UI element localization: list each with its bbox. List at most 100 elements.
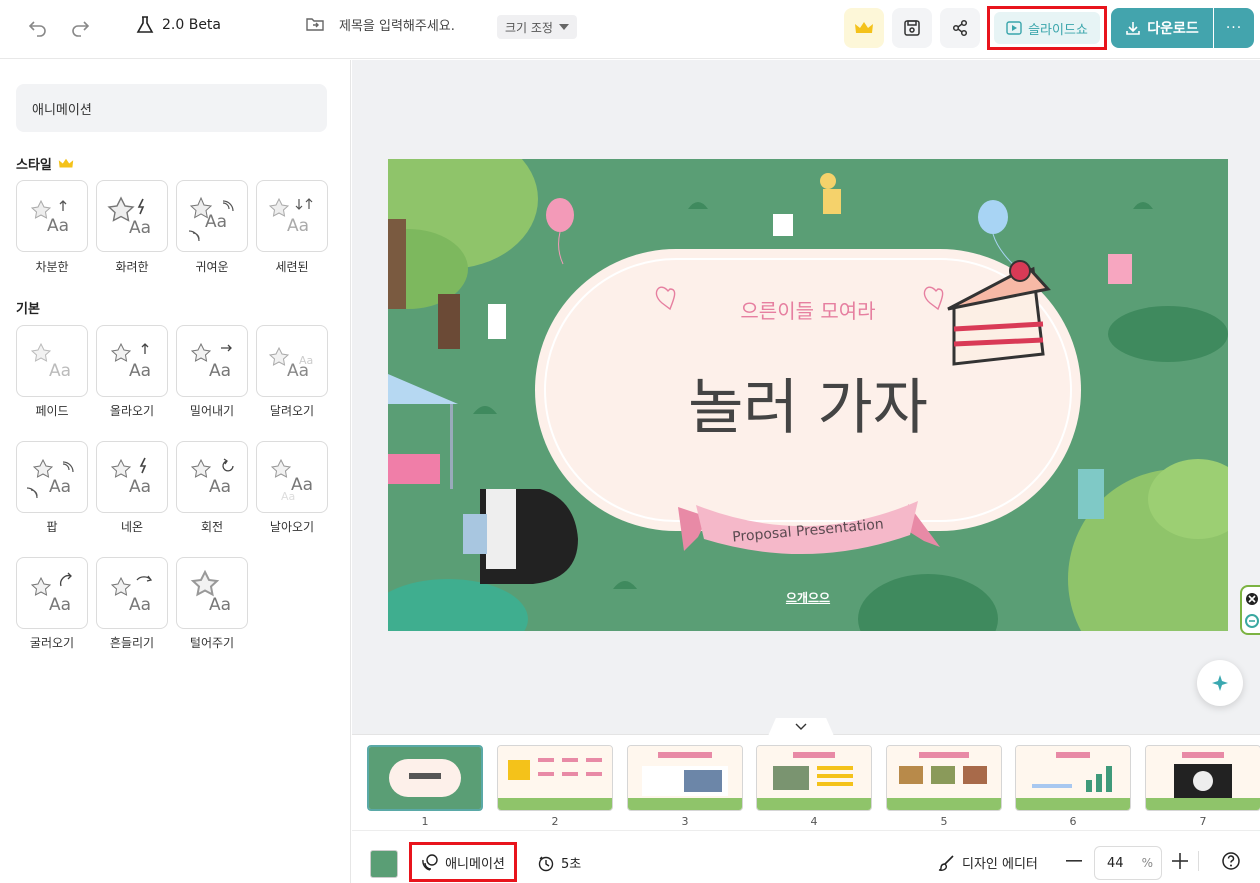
download-label: 다운로드 — [1147, 21, 1199, 37]
plus-icon — [1172, 853, 1188, 869]
anim-label-neon: 네온 — [120, 520, 144, 534]
svg-text:Aa: Aa — [49, 595, 71, 615]
anim-tile-neon[interactable]: Aa — [96, 441, 168, 513]
spin-animation-icon: Aa — [190, 458, 234, 497]
svg-text:Aa: Aa — [205, 212, 227, 232]
help-button[interactable] — [1198, 851, 1240, 871]
thumb-2-preview — [498, 746, 612, 810]
zoom-out-button[interactable] — [1064, 851, 1084, 871]
collapse-strip-button[interactable] — [768, 718, 834, 736]
shake-animation-icon: Aa — [110, 575, 153, 615]
anim-tile-pop[interactable]: Aa — [16, 441, 88, 513]
anim-label-run-in: 달려오기 — [269, 404, 315, 418]
svg-text:Aa: Aa — [287, 216, 309, 236]
thumb-1-preview — [369, 747, 481, 809]
slide-thumbnail-4[interactable] — [756, 745, 872, 811]
zoom-value[interactable]: 44 — [1107, 856, 1124, 871]
undo-button[interactable] — [20, 12, 56, 42]
anim-tile-refined[interactable]: Aa — [256, 180, 328, 252]
edge-logo-icon — [1245, 614, 1259, 628]
slideshow-button[interactable]: 슬라이드쇼 — [987, 6, 1107, 50]
crown-icon — [58, 158, 74, 168]
redo-button[interactable] — [62, 12, 98, 42]
slide-thumbnail-3[interactable] — [627, 745, 743, 811]
design-editor-button[interactable]: 디자인 에디터 — [938, 853, 1038, 872]
zoom-input[interactable]: 44 % — [1094, 846, 1162, 880]
anim-label-push: 밀어내기 — [189, 404, 235, 418]
slide-timer[interactable]: 5초 — [537, 853, 581, 872]
slide-thumbnail-7[interactable] — [1145, 745, 1260, 811]
anim-label-rise: 올라오기 — [109, 404, 155, 418]
anim-tile-fly-in[interactable]: Aa Aa — [256, 441, 328, 513]
slide-footer-text[interactable]: 으개으으 — [758, 589, 858, 606]
anim-tile-spin[interactable]: Aa — [176, 441, 248, 513]
anim-tile-run-in[interactable]: Aa Aa — [256, 325, 328, 397]
redo-icon — [72, 21, 90, 37]
fade-animation-icon: Aa — [30, 342, 71, 381]
slide-number-1: 1 — [421, 815, 429, 828]
animation-button[interactable]: 애니메이션 — [409, 842, 517, 882]
undo-icon — [28, 21, 46, 37]
slideshow-label: 슬라이드쇼 — [1028, 22, 1088, 38]
resize-label: 크기 조정 — [505, 20, 553, 35]
anim-label-spin: 회전 — [200, 520, 224, 534]
slide-thumbnail-2[interactable] — [497, 745, 613, 811]
shake-off-animation-icon: Aa — [190, 569, 231, 615]
ai-assist-button[interactable] — [1197, 660, 1243, 706]
anim-tile-fade[interactable]: Aa — [16, 325, 88, 397]
canvas-area: 으른이들 모여라 놀러 가자 Proposal Presentation 으개으… — [352, 60, 1260, 734]
title-placeholder[interactable]: 제목을 입력해주세요. — [339, 15, 455, 34]
anim-tile-shake[interactable]: Aa — [96, 557, 168, 629]
anim-label-fly-in: 날아오기 — [269, 520, 315, 534]
anim-label-fade: 페이드 — [35, 404, 69, 418]
run-in-animation-icon: AaAa — [268, 346, 313, 381]
extension-tab[interactable] — [1240, 585, 1260, 635]
anim-tile-push[interactable]: Aa — [176, 325, 248, 397]
close-circle-icon — [1246, 593, 1258, 605]
slide-thumbnail-5[interactable] — [886, 745, 1002, 811]
anim-tile-flashy[interactable]: Aa — [96, 180, 168, 252]
resize-dropdown[interactable]: 크기 조정 — [497, 15, 577, 39]
cute-animation-icon: Aa — [188, 196, 234, 242]
anim-tile-roll-in[interactable]: Aa — [16, 557, 88, 629]
play-screen-icon — [1006, 21, 1022, 35]
svg-text:Aa: Aa — [209, 361, 231, 381]
anim-tile-shake-off[interactable]: Aa — [176, 557, 248, 629]
design-editor-label: 디자인 에디터 — [962, 857, 1038, 872]
anim-tile-rise[interactable]: Aa — [96, 325, 168, 397]
sparkle-icon — [1212, 675, 1228, 691]
thumb-3-preview — [628, 746, 742, 810]
flashy-animation-icon: Aa — [107, 196, 151, 238]
document-title[interactable]: 제목을 입력해주세요. — [305, 14, 455, 34]
more-options-button[interactable]: ··· — [1214, 8, 1254, 48]
slide-subtitle[interactable]: 으른이들 모여라 — [658, 295, 958, 324]
share-button[interactable] — [940, 8, 980, 48]
rise-animation-icon: Aa — [110, 342, 151, 381]
zoom-in-button[interactable] — [1170, 851, 1190, 871]
animation-button-label: 애니메이션 — [445, 856, 505, 872]
basic-section-label: 기본 — [16, 302, 40, 317]
save-button[interactable] — [892, 8, 932, 48]
slide-number-2: 2 — [551, 815, 559, 828]
save-icon — [904, 20, 920, 36]
premium-button[interactable] — [844, 8, 884, 48]
crown-icon — [855, 22, 873, 33]
top-toolbar: 2.0 Beta 제목을 입력해주세요. 크기 조정 슬라이드쇼 다운로드 ··… — [0, 0, 1260, 59]
anim-label-roll-in: 굴러오기 — [29, 636, 75, 650]
slide-title[interactable]: 놀러 가자 — [608, 359, 1008, 446]
slide-number-4: 4 — [810, 815, 818, 828]
pop-animation-icon: Aa — [26, 458, 74, 499]
animation-icon — [422, 854, 438, 871]
background-color-swatch[interactable] — [370, 850, 398, 878]
download-button[interactable]: 다운로드 — [1111, 8, 1213, 48]
slide-thumbnail-1[interactable] — [367, 745, 483, 811]
svg-text:Aa: Aa — [49, 361, 71, 381]
anim-tile-cute[interactable]: Aa — [176, 180, 248, 252]
refined-animation-icon: Aa — [268, 197, 313, 236]
slide-number-7: 7 — [1199, 815, 1207, 828]
slide-canvas[interactable]: 으른이들 모여라 놀러 가자 Proposal Presentation 으개으… — [388, 159, 1228, 631]
slide-thumbnail-6[interactable] — [1015, 745, 1131, 811]
anim-tile-calm[interactable]: Aa — [16, 180, 88, 252]
beta-version-toggle[interactable]: 2.0 Beta — [136, 16, 221, 34]
download-icon — [1126, 22, 1141, 35]
